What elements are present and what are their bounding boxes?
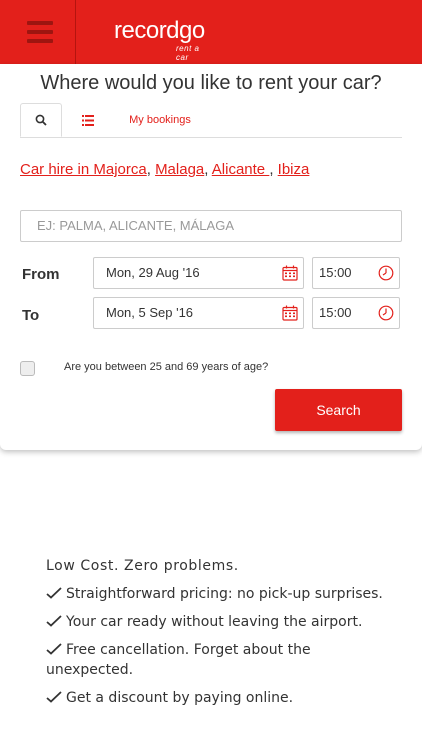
feature-text: Get a discount by paying online. <box>66 690 294 706</box>
clock-icon <box>378 305 394 321</box>
search-tabs: My bookings <box>20 103 402 138</box>
page-title: Where would you like to rent your car? <box>40 72 382 94</box>
tab-search[interactable] <box>20 103 62 137</box>
link-ibiza[interactable]: Ibiza <box>278 161 310 178</box>
link-malaga[interactable]: Malaga <box>155 161 204 178</box>
return-time-value: 15:00 <box>319 305 352 320</box>
features-section: Low Cost. Zero problems. Straightforward… <box>46 558 386 716</box>
features-heading: Low Cost. Zero problems. <box>46 558 239 574</box>
feature-item: Free cancellation. Forget about the unex… <box>46 640 386 680</box>
link-alicante[interactable]: Alicante <box>212 161 270 178</box>
app-header: recordgo rent a car <box>0 0 422 64</box>
feature-text: Your car ready without leaving the airpo… <box>66 614 363 630</box>
checkmark-icon <box>46 643 62 655</box>
feature-text: Straightforward pricing: no pick-up surp… <box>66 586 383 602</box>
brand-logo[interactable]: recordgo rent a car <box>114 17 205 63</box>
tab-my-bookings[interactable]: My bookings <box>120 103 200 137</box>
pickup-time-value: 15:00 <box>319 265 352 280</box>
return-date-value: Mon, 5 Sep '16 <box>106 305 194 320</box>
pickup-time-field[interactable]: 15:00 <box>312 257 400 289</box>
calendar-icon <box>282 265 298 281</box>
menu-button[interactable] <box>0 0 76 64</box>
return-date-field[interactable]: Mon, 5 Sep '16 <box>93 297 304 329</box>
clock-icon <box>378 265 394 281</box>
brand-name: recordgo <box>114 17 205 44</box>
feature-item: Get a discount by paying online. <box>46 688 386 708</box>
checkmark-icon <box>46 615 62 627</box>
checkmark-icon <box>46 587 62 599</box>
feature-text: Free cancellation. Forget about the unex… <box>46 642 311 678</box>
from-label: From <box>22 266 60 283</box>
return-time-field[interactable]: 15:00 <box>312 297 400 329</box>
pickup-date-field[interactable]: Mon, 29 Aug '16 <box>93 257 304 289</box>
search-button[interactable]: Search <box>275 389 402 431</box>
feature-item: Straightforward pricing: no pick-up surp… <box>46 584 386 604</box>
age-checkbox[interactable] <box>20 361 35 376</box>
tab-list[interactable] <box>76 103 100 137</box>
checkmark-icon <box>46 691 62 703</box>
to-label: To <box>22 307 40 324</box>
list-icon <box>82 114 94 126</box>
location-input[interactable]: EJ: PALMA, ALICANTE, MÁLAGA <box>20 210 402 242</box>
quick-links: Car hire in Majorca, Malaga, Alicante , … <box>20 161 310 178</box>
pickup-date-value: Mon, 29 Aug '16 <box>106 265 200 280</box>
feature-item: Your car ready without leaving the airpo… <box>46 612 386 632</box>
link-majorca[interactable]: Car hire in Majorca <box>20 161 147 178</box>
search-icon <box>35 114 47 126</box>
brand-tagline: rent a car <box>176 44 200 62</box>
age-question-label: Are you between 25 and 69 years of age? <box>64 361 269 373</box>
calendar-icon <box>282 305 298 321</box>
